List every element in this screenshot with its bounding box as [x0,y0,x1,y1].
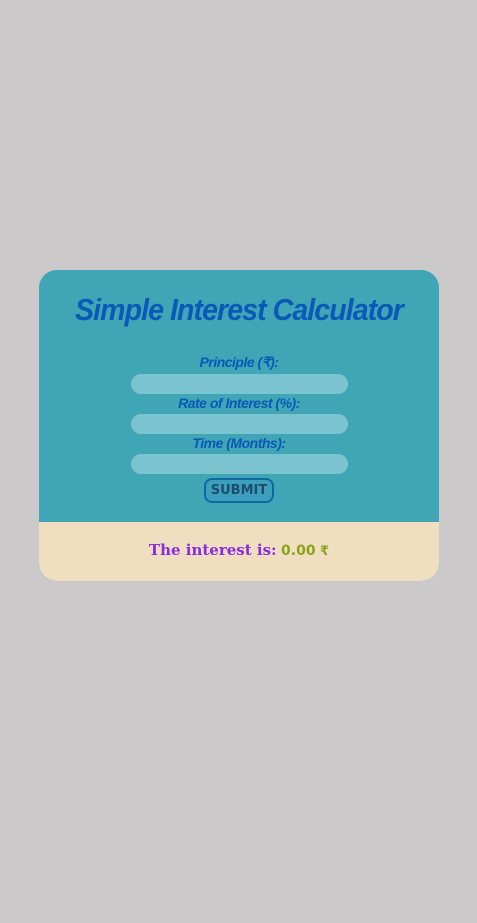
principle-label: Principle (₹): [199,354,279,370]
result-panel: The interest is: 0.00 ₹ [39,522,439,581]
calculator-card: Simple Interest Calculator Principle (₹)… [39,270,439,581]
time-label: Time (Months): [192,435,286,451]
time-input[interactable] [131,454,348,474]
submit-button[interactable]: SUBMIT [204,478,274,503]
principle-input[interactable] [131,374,348,394]
page-title: Simple Interest Calculator [75,292,404,327]
rupee-icon: ₹ [320,544,330,559]
calculator-form: Simple Interest Calculator Principle (₹)… [39,270,439,522]
rate-label: Rate of Interest (%): [178,395,300,411]
result-value: 0.00 [281,543,316,559]
result-line: The interest is: 0.00 ₹ [39,541,439,560]
rate-input[interactable] [131,414,348,434]
result-label: The interest is: [148,541,277,559]
